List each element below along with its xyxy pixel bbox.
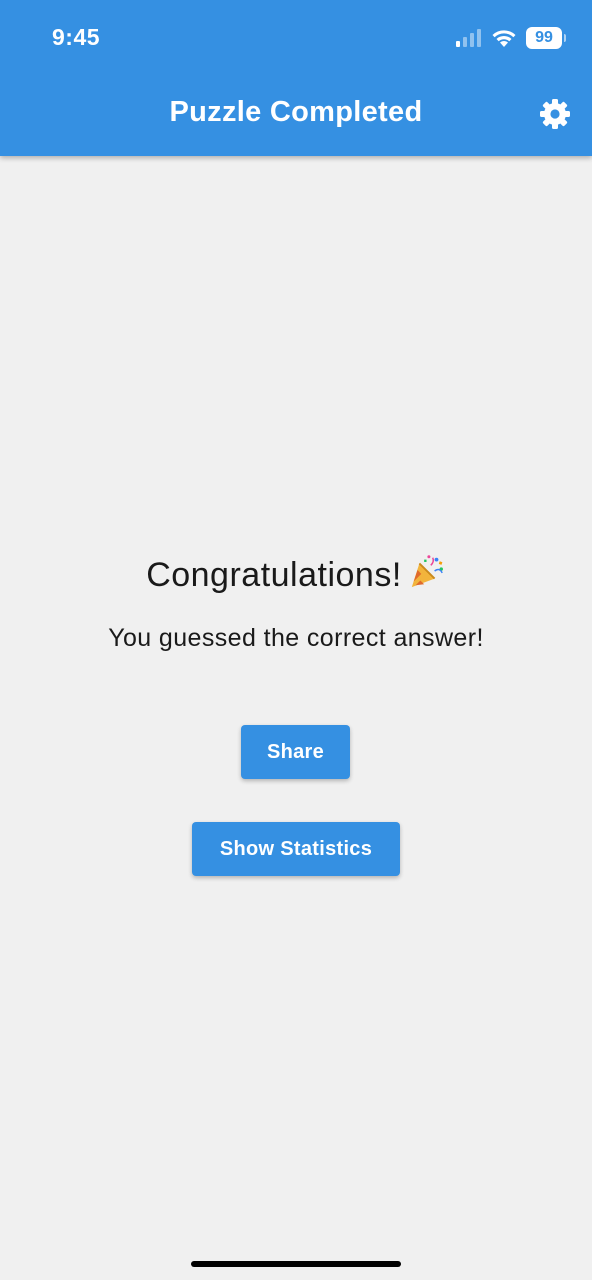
status-time: 9:45 [52,24,101,50]
cellular-signal-icon [456,29,481,47]
completion-panel: Congratulations! You guessed the correct… [0,156,592,1280]
congratulations-text: Congratulations! [146,556,402,594]
battery-icon: 99 [526,27,566,49]
show-statistics-button[interactable]: Show Statistics [192,822,400,876]
page-title: Puzzle Completed [169,96,423,128]
party-popper-icon [411,555,443,588]
battery-level: 99 [535,29,553,46]
share-button[interactable]: Share [241,725,350,779]
congratulations-heading: Congratulations! [0,552,592,595]
home-indicator[interactable] [191,1261,401,1267]
status-icons: 99 [456,25,566,51]
wifi-icon [492,30,516,47]
gear-icon[interactable] [539,98,571,130]
app-bar: 9:45 99 Puzzle Completed [0,0,592,156]
result-message: You guessed the correct answer! [108,624,484,652]
